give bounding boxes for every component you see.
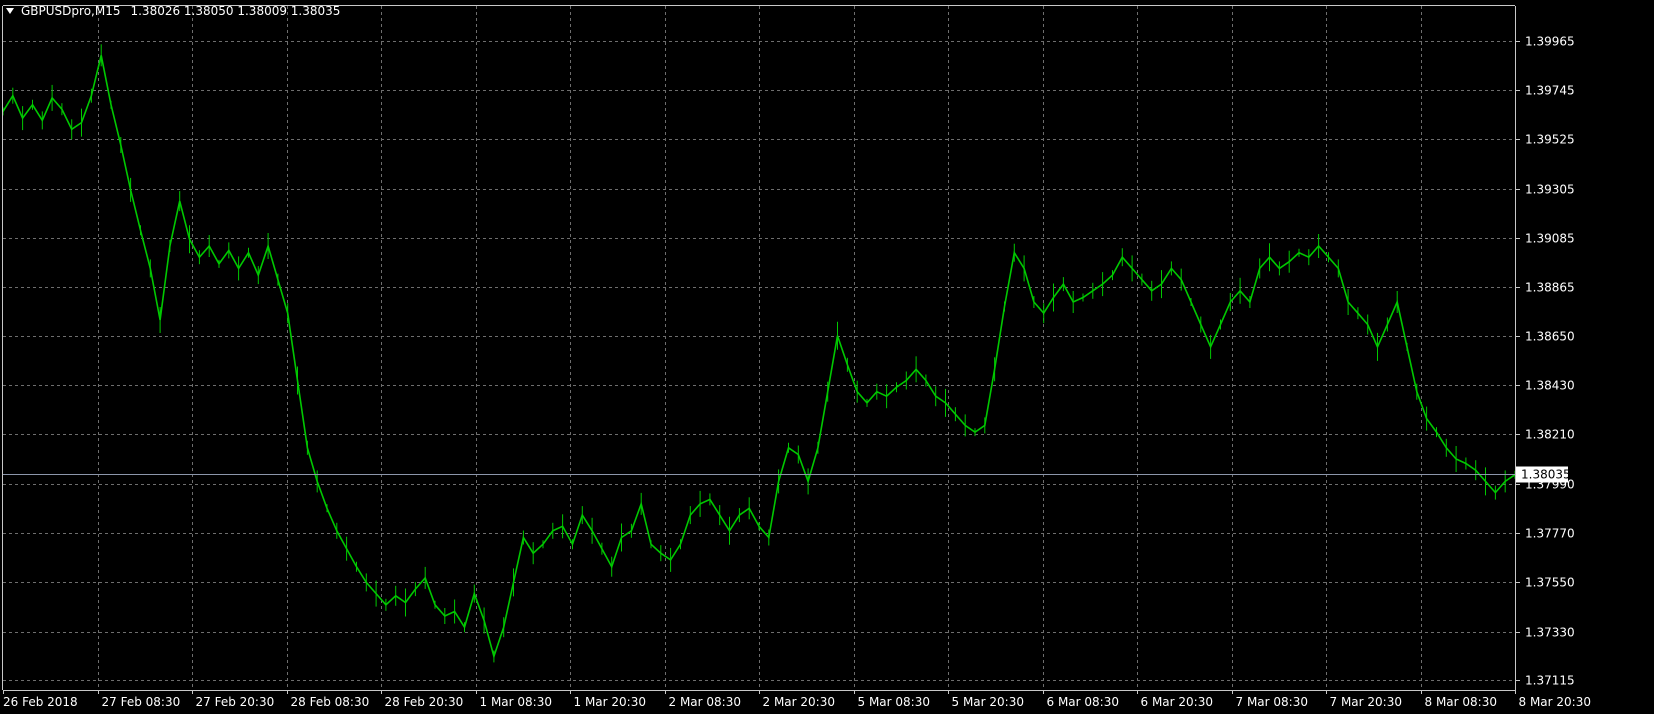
- y-tick-label: 1.37115: [1525, 674, 1575, 688]
- x-tick-label: 27 Feb 08:30: [102, 695, 181, 709]
- y-tick-label: 1.38430: [1525, 379, 1575, 393]
- symbol-timeframe: GBPUSDpro,M15: [21, 4, 121, 18]
- chart-info-bar: GBPUSDpro,M15 1.38026 1.38050 1.38009 1.…: [6, 3, 340, 19]
- y-tick-label: 1.39085: [1525, 232, 1575, 246]
- x-tick-label: 28 Feb 20:30: [385, 695, 464, 709]
- grid-lines: [0, 0, 1654, 714]
- x-tick-label: 7 Mar 20:30: [1330, 695, 1403, 709]
- y-tick-label: 1.39525: [1525, 133, 1575, 147]
- x-tick-label: 5 Mar 20:30: [952, 695, 1025, 709]
- y-tick-label: 1.39305: [1525, 183, 1575, 197]
- current-price-label: 1.38035: [1521, 468, 1571, 482]
- y-tick-label: 1.39965: [1525, 35, 1575, 49]
- x-tick-label: 27 Feb 20:30: [196, 695, 275, 709]
- x-tick-label: 6 Mar 08:30: [1047, 695, 1120, 709]
- price-chart[interactable]: 1.39965 1.39745 1.39525 1.39305 1.39085 1.388…: [0, 0, 1654, 714]
- y-tick-label: 1.37330: [1525, 626, 1575, 640]
- x-tick-label: 28 Feb 08:30: [291, 695, 370, 709]
- y-tick-label: 1.37550: [1525, 576, 1575, 590]
- x-tick-label: 5 Mar 08:30: [858, 695, 931, 709]
- chart-window[interactable]: 1.39965 1.39745 1.39525 1.39305 1.39085 1.388…: [0, 0, 1654, 714]
- triangle-down-icon[interactable]: [6, 8, 14, 14]
- x-tick-label: 8 Mar 20:30: [1519, 695, 1592, 709]
- x-tick-label: 1 Mar 20:30: [574, 695, 647, 709]
- x-tick-label: 8 Mar 08:30: [1425, 695, 1498, 709]
- x-tick-label: 2 Mar 08:30: [669, 695, 742, 709]
- y-tick-label: 1.38210: [1525, 428, 1575, 442]
- ohlc-values: 1.38026 1.38050 1.38009 1.38035: [130, 4, 341, 18]
- y-tick-label: 1.38650: [1525, 330, 1575, 344]
- x-tick-label: 6 Mar 20:30: [1141, 695, 1214, 709]
- chart-background: [0, 0, 1654, 714]
- x-tick-label: 1 Mar 08:30: [480, 695, 553, 709]
- x-tick-label: 26 Feb 2018: [3, 695, 78, 709]
- x-tick-label: 7 Mar 08:30: [1236, 695, 1309, 709]
- y-tick-label: 1.39745: [1525, 84, 1575, 98]
- y-tick-label: 1.37770: [1525, 527, 1575, 541]
- x-tick-label: 2 Mar 20:30: [763, 695, 836, 709]
- y-tick-label: 1.38865: [1525, 281, 1575, 295]
